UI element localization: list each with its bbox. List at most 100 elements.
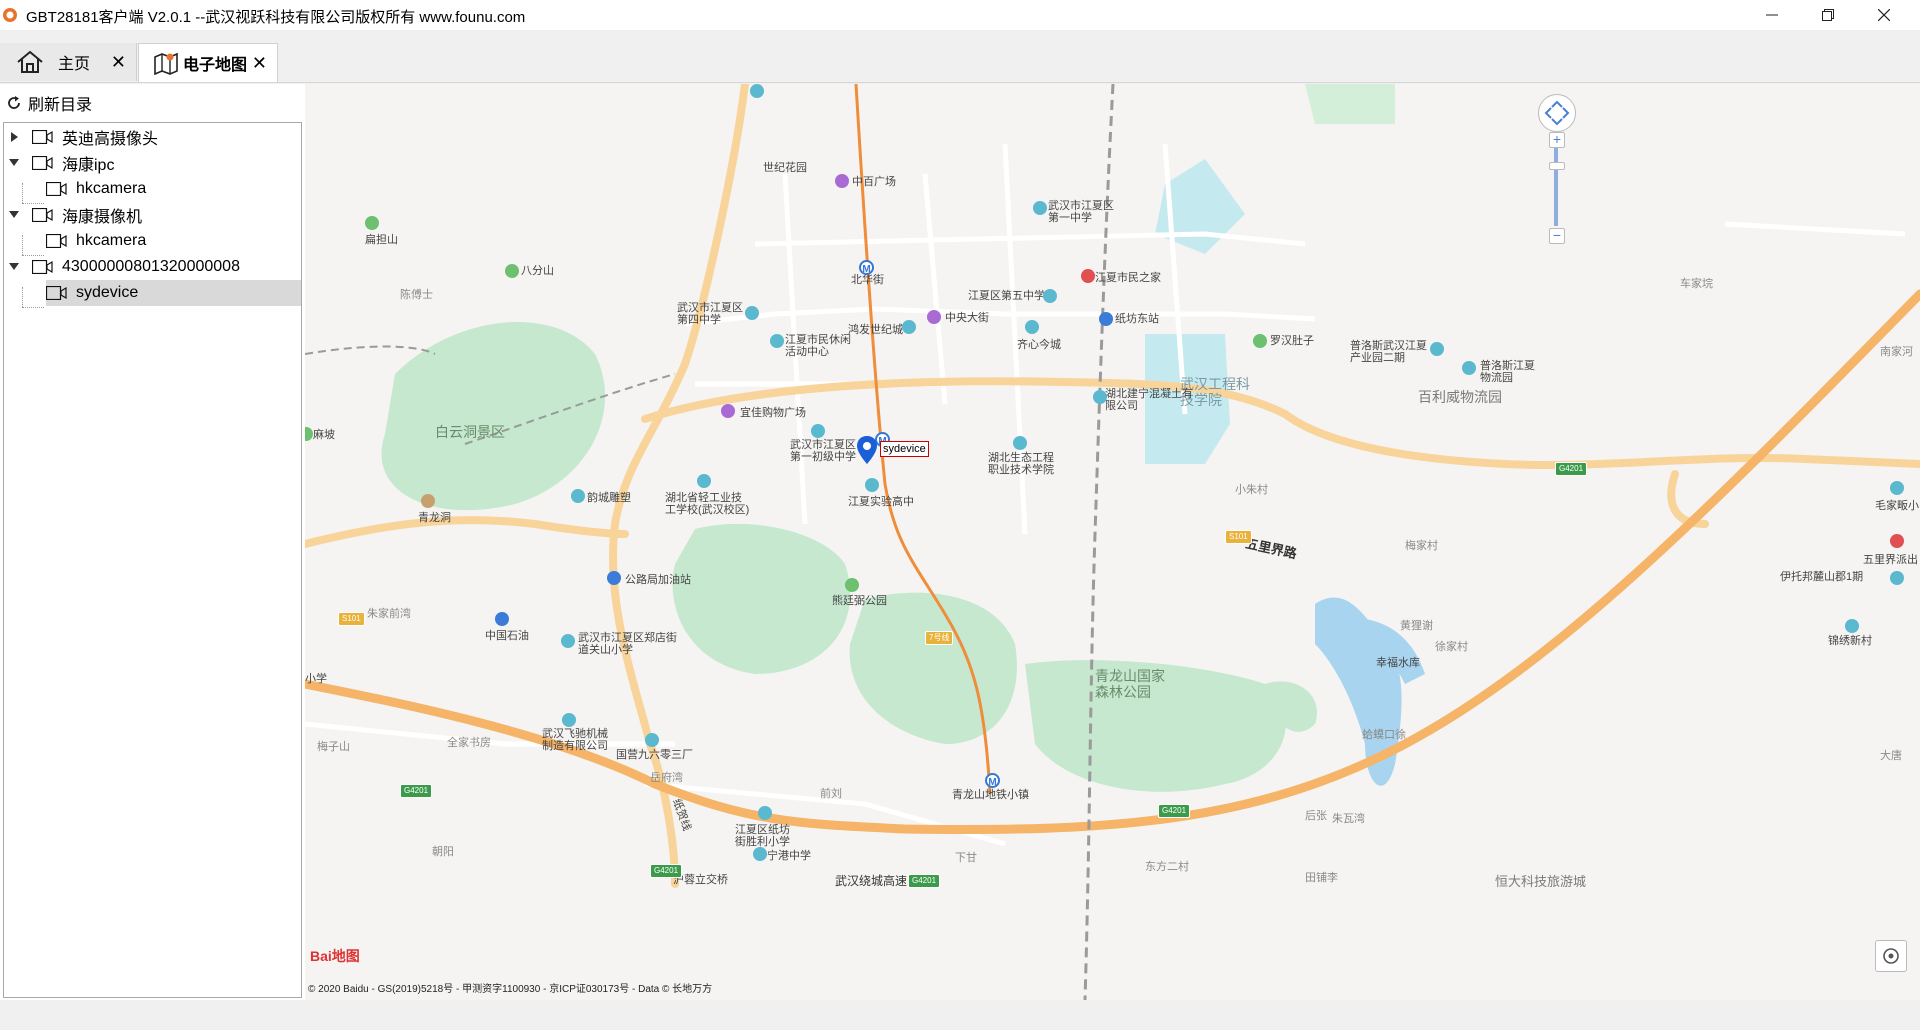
camera-folder-icon (32, 260, 53, 274)
map-label: 武汉市江夏区第一初级中学 (790, 439, 856, 463)
map-label: 田铺李 (1305, 872, 1338, 884)
minimize-button[interactable] (1744, 0, 1800, 30)
device-tree-panel: 刷新目录 英迪高摄像头 海康ipc hkcamera 海康摄像机 hkcamer… (0, 84, 305, 1000)
poi-police-icon (1890, 534, 1904, 548)
poi-school-icon (758, 806, 772, 820)
expanded-arrow-icon[interactable] (8, 210, 20, 220)
map-label: 前刘 (820, 788, 842, 800)
tab-home-close-icon[interactable]: ✕ (111, 52, 126, 73)
poi-scenic-icon (845, 578, 859, 592)
tree-connector (22, 183, 23, 203)
map-label: 陈傅士 (400, 289, 433, 301)
map-label: 青龙山地铁小镇 (952, 789, 1029, 801)
camera-folder-icon (32, 208, 53, 222)
map-label: 后张 (1305, 810, 1327, 822)
map-label: 韵城雕塑 (587, 492, 631, 504)
collapsed-arrow-icon[interactable] (10, 131, 20, 143)
road-shield: S101 (338, 612, 365, 626)
poi-shopping-icon (927, 310, 941, 324)
poi-shopping-icon (835, 174, 849, 188)
poi-school-icon (1033, 201, 1047, 215)
metro-station-icon: M (985, 773, 1000, 788)
map-label: 车家垸 (1680, 278, 1713, 290)
tree-node-selected[interactable]: sydevice (46, 280, 301, 306)
map-label: 东方二村 (1145, 861, 1189, 873)
refresh-directory-label: 刷新目录 (28, 97, 93, 114)
tab-map[interactable]: 电子地图 ✕ (138, 43, 278, 82)
map-pan-control[interactable] (1538, 94, 1576, 132)
map-label: 宜佳购物广场 (740, 407, 806, 419)
poi-school-icon (745, 306, 759, 320)
map-label: 齐心今城 (1017, 339, 1061, 351)
window-title: GBT28181客户端 V2.0.1 --武汉视跃科技有限公司版权所有 www.… (26, 9, 526, 26)
map-label: 青龙山国家森林公园 (1095, 668, 1165, 700)
tree-node[interactable]: hkcamera (46, 176, 301, 202)
poi-school-icon (865, 478, 879, 492)
zoom-in-button[interactable]: + (1549, 132, 1565, 148)
map-label: 八分山 (521, 265, 554, 277)
map-label: 恒大科技旅游城 (1495, 874, 1587, 889)
baidu-logo: Bai地图 (310, 948, 360, 964)
map-label: 蛤蟆口徐 (1362, 729, 1406, 741)
poi-gas-station-icon (495, 612, 509, 626)
highway-shield: G4201 (1555, 462, 1588, 476)
tree-node[interactable]: 43000000801320000008 (4, 254, 301, 280)
poi-company-icon (1430, 342, 1444, 356)
map-label: 青龙洞 (418, 512, 451, 524)
restore-button[interactable] (1800, 0, 1856, 30)
tab-home[interactable]: 主页 ✕ (0, 43, 137, 81)
poi-building-icon (902, 320, 916, 334)
pan-arrows-icon (1544, 100, 1570, 126)
device-marker-label[interactable]: sydevice (880, 441, 929, 457)
poi-gas-station-icon (607, 571, 621, 585)
map-label: 梅家村 (1405, 540, 1438, 552)
map-label: 朱家前湾 (367, 608, 411, 620)
tree-node-label: 海康摄像机 (62, 209, 143, 226)
metro-line-label: 7号线 (925, 631, 954, 645)
tree-node-label: 43000000801320000008 (62, 258, 240, 275)
tree-node-label: sydevice (76, 284, 139, 301)
map-label: 全家书房 (447, 737, 491, 749)
tab-map-close-icon[interactable]: ✕ (252, 53, 267, 74)
zoom-slider-track[interactable] (1554, 148, 1558, 226)
poi-landmark-icon (421, 494, 435, 508)
tree-node[interactable]: hkcamera (46, 228, 301, 254)
map-label: 江夏市民之家 (1095, 272, 1161, 284)
map-label: 世纪花园 (763, 162, 807, 174)
expanded-arrow-icon[interactable] (8, 262, 20, 272)
map-label: 小学 (305, 673, 327, 685)
map-label: 湖北建宁混凝土有限公司 (1105, 388, 1193, 412)
expanded-arrow-icon[interactable] (8, 158, 20, 168)
map-label: 普洛斯武汉江夏产业园二期 (1350, 340, 1427, 364)
map-label: 江夏市民休闲活动中心 (785, 334, 851, 358)
map-label: 公路局加油站 (625, 574, 691, 586)
locate-button[interactable] (1875, 940, 1907, 972)
refresh-icon (8, 96, 20, 109)
camera-folder-icon (32, 156, 53, 170)
tree-node-label: hkcamera (76, 180, 147, 197)
poi-government-icon (1081, 269, 1095, 283)
poi-school-icon (811, 424, 825, 438)
tree-node[interactable]: 海康摄像机 (4, 202, 301, 228)
tree-node[interactable]: 英迪高摄像头 (4, 124, 301, 150)
device-location-marker-icon[interactable] (857, 436, 877, 464)
poi-station-icon (1099, 312, 1113, 326)
map-label: 毛家畈小 (1875, 500, 1919, 512)
zoom-slider-handle[interactable] (1549, 162, 1565, 170)
map-icon (154, 52, 178, 75)
map-label: 纸坊东站 (1115, 313, 1159, 325)
close-window-button[interactable] (1856, 0, 1912, 30)
map-label: 下甘 (955, 852, 977, 864)
tab-bar: 主页 ✕ 电子地图 ✕ (0, 42, 1920, 83)
zoom-out-button[interactable]: − (1549, 228, 1565, 244)
poi-company-icon (562, 713, 576, 727)
camera-folder-icon (32, 130, 53, 144)
map-label: 武汉飞驰机械制造有限公司 (542, 728, 608, 752)
electronic-map[interactable]: 世纪花园 中百广场 武汉市江夏区第一中学 扁担山 八分山 北华街 江夏市民之家 … (305, 84, 1920, 1000)
minimize-icon (1766, 14, 1778, 16)
map-label: 江夏区第五中学 (968, 290, 1045, 302)
map-label: 中国石油 (485, 630, 529, 642)
refresh-directory-button[interactable]: 刷新目录 (6, 92, 92, 114)
tree-node[interactable]: 海康ipc (4, 150, 301, 176)
map-label: 朝阳 (432, 846, 454, 858)
